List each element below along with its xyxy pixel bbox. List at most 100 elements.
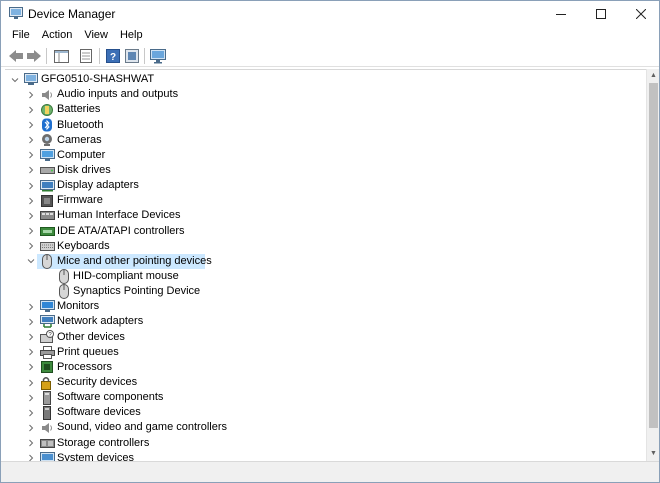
toolbar: ? bbox=[1, 45, 659, 67]
scan-hardware-icon[interactable] bbox=[149, 47, 167, 65]
collapsed-chevron-icon[interactable] bbox=[26, 102, 35, 117]
storage-controller-icon bbox=[39, 436, 55, 451]
tree-category-audio-inputs-and-outputs[interactable]: Audio inputs and outputs bbox=[5, 87, 646, 102]
tree-root[interactable]: GFG0510-SHASHWAT bbox=[5, 72, 646, 87]
update-driver-icon[interactable] bbox=[123, 47, 141, 65]
maximize-button[interactable] bbox=[579, 1, 623, 27]
tree-category-monitors[interactable]: Monitors bbox=[5, 299, 646, 314]
forward-icon[interactable] bbox=[25, 47, 43, 65]
collapsed-chevron-icon[interactable] bbox=[26, 178, 35, 193]
ide-controller-icon bbox=[39, 224, 55, 239]
tree-root-label: GFG0510-SHASHWAT bbox=[41, 73, 155, 85]
collapsed-chevron-icon[interactable] bbox=[26, 405, 35, 420]
computer-icon bbox=[39, 148, 55, 163]
minimize-button[interactable] bbox=[539, 1, 583, 27]
battery-icon bbox=[39, 102, 55, 117]
tree-device-label: Synaptics Pointing Device bbox=[73, 285, 201, 298]
processor-icon bbox=[39, 360, 55, 375]
scroll-up-icon[interactable]: ▲ bbox=[647, 69, 660, 82]
tree-category-network-adapters[interactable]: Network adapters bbox=[5, 314, 646, 329]
mouse-device-icon bbox=[56, 284, 72, 300]
collapsed-chevron-icon[interactable] bbox=[26, 436, 35, 451]
tree-category-ide-ata-atapi-controllers[interactable]: IDE ATA/ATAPI controllers bbox=[5, 224, 646, 239]
scrollbar-thumb[interactable] bbox=[649, 83, 658, 428]
tree-category-label: Software components bbox=[57, 391, 164, 404]
toolbar-separator bbox=[46, 48, 47, 64]
collapsed-chevron-icon[interactable] bbox=[26, 420, 35, 435]
menu-action[interactable]: Action bbox=[36, 27, 79, 45]
tree-category-label: Audio inputs and outputs bbox=[57, 88, 179, 101]
sound-controller-icon bbox=[39, 420, 55, 435]
vertical-scrollbar[interactable]: ▲ ▼ bbox=[646, 69, 659, 461]
tree-category-label: Print queues bbox=[57, 345, 119, 358]
expanded-chevron-icon[interactable] bbox=[10, 72, 19, 87]
tree-category-storage-controllers[interactable]: Storage controllers bbox=[5, 436, 646, 451]
tree-category-computer[interactable]: Computer bbox=[5, 148, 646, 163]
tree-category-label: Batteries bbox=[57, 103, 101, 116]
collapsed-chevron-icon[interactable] bbox=[26, 360, 35, 375]
tree-category-security-devices[interactable]: Security devices bbox=[5, 375, 646, 390]
tree-category-cameras[interactable]: Cameras bbox=[5, 133, 646, 148]
show-hide-tree-icon[interactable] bbox=[52, 47, 70, 65]
bluetooth-icon bbox=[39, 118, 55, 133]
collapsed-chevron-icon[interactable] bbox=[26, 193, 35, 208]
scroll-down-icon[interactable]: ▼ bbox=[647, 447, 660, 460]
tree-category-keyboards[interactable]: Keyboards bbox=[5, 239, 646, 254]
tree-category-label: Firmware bbox=[57, 194, 103, 207]
back-icon[interactable] bbox=[7, 47, 25, 65]
tree-category-sound-video-and-game-controllers[interactable]: Sound, video and game controllers bbox=[5, 420, 646, 435]
collapsed-chevron-icon[interactable] bbox=[26, 330, 35, 345]
tree-category-print-queues[interactable]: Print queues bbox=[5, 345, 646, 360]
tree-category-human-interface-devices[interactable]: Human Interface Devices bbox=[5, 208, 646, 223]
tree-category-label: Processors bbox=[57, 360, 113, 373]
keyboard-icon bbox=[39, 239, 55, 254]
collapsed-chevron-icon[interactable] bbox=[26, 451, 35, 461]
properties-icon[interactable] bbox=[77, 47, 95, 65]
collapsed-chevron-icon[interactable] bbox=[26, 345, 35, 360]
collapsed-chevron-icon[interactable] bbox=[26, 390, 35, 405]
tree-category-label: Disk drives bbox=[57, 163, 111, 176]
collapsed-chevron-icon[interactable] bbox=[26, 87, 35, 102]
tree-category-label: Security devices bbox=[57, 376, 138, 388]
tree-category-software-components[interactable]: Software components bbox=[5, 390, 646, 405]
collapsed-chevron-icon[interactable] bbox=[26, 299, 35, 314]
svg-text:?: ? bbox=[110, 52, 116, 63]
tree-category-label: Other devices bbox=[57, 330, 125, 343]
device-tree[interactable]: GFG0510-SHASHWAT Audio inputs and outputs… bbox=[5, 69, 646, 461]
menu-file[interactable]: File bbox=[1, 27, 36, 45]
device-manager-window: Device Manager File Action View Help ? G… bbox=[0, 0, 660, 483]
expanded-chevron-icon[interactable] bbox=[26, 254, 35, 269]
tree-category-display-adapters[interactable]: Display adapters bbox=[5, 178, 646, 193]
tree-category-disk-drives[interactable]: Disk drives bbox=[5, 163, 646, 178]
tree-category-label: Monitors bbox=[57, 300, 100, 313]
tree-category-label: IDE ATA/ATAPI controllers bbox=[57, 224, 185, 237]
menu-help[interactable]: Help bbox=[114, 27, 149, 45]
collapsed-chevron-icon[interactable] bbox=[26, 239, 35, 254]
tree-category-firmware[interactable]: Firmware bbox=[5, 193, 646, 208]
tree-category-other-devices[interactable]: ? Other devices bbox=[5, 330, 646, 345]
menu-view[interactable]: View bbox=[78, 27, 114, 45]
computer-root-icon bbox=[23, 72, 39, 87]
hid-icon bbox=[39, 208, 55, 223]
tree-device-label: HID-compliant mouse bbox=[73, 270, 179, 282]
tree-category-software-devices[interactable]: Software devices bbox=[5, 405, 646, 420]
tree-device-item[interactable]: HID-compliant mouse bbox=[5, 269, 646, 284]
security-device-icon bbox=[39, 375, 55, 390]
tree-category-mice-and-other-pointing-devices[interactable]: Mice and other pointing devices bbox=[5, 253, 646, 269]
collapsed-chevron-icon[interactable] bbox=[26, 163, 35, 178]
collapsed-chevron-icon[interactable] bbox=[26, 148, 35, 163]
collapsed-chevron-icon[interactable] bbox=[26, 133, 35, 148]
tree-category-processors[interactable]: Processors bbox=[5, 360, 646, 375]
collapsed-chevron-icon[interactable] bbox=[26, 118, 35, 133]
tree-category-label: Software devices bbox=[57, 406, 141, 419]
tree-category-batteries[interactable]: Batteries bbox=[5, 102, 646, 117]
collapsed-chevron-icon[interactable] bbox=[26, 314, 35, 329]
tree-category-bluetooth[interactable]: Bluetooth bbox=[5, 118, 646, 133]
collapsed-chevron-icon[interactable] bbox=[26, 208, 35, 223]
collapsed-chevron-icon[interactable] bbox=[26, 224, 35, 239]
tree-category-system-devices[interactable]: System devices bbox=[5, 451, 646, 461]
tree-device-item[interactable]: Synaptics Pointing Device bbox=[5, 284, 646, 300]
collapsed-chevron-icon[interactable] bbox=[26, 375, 35, 390]
help-icon[interactable]: ? bbox=[104, 47, 122, 65]
close-button[interactable] bbox=[619, 1, 660, 27]
